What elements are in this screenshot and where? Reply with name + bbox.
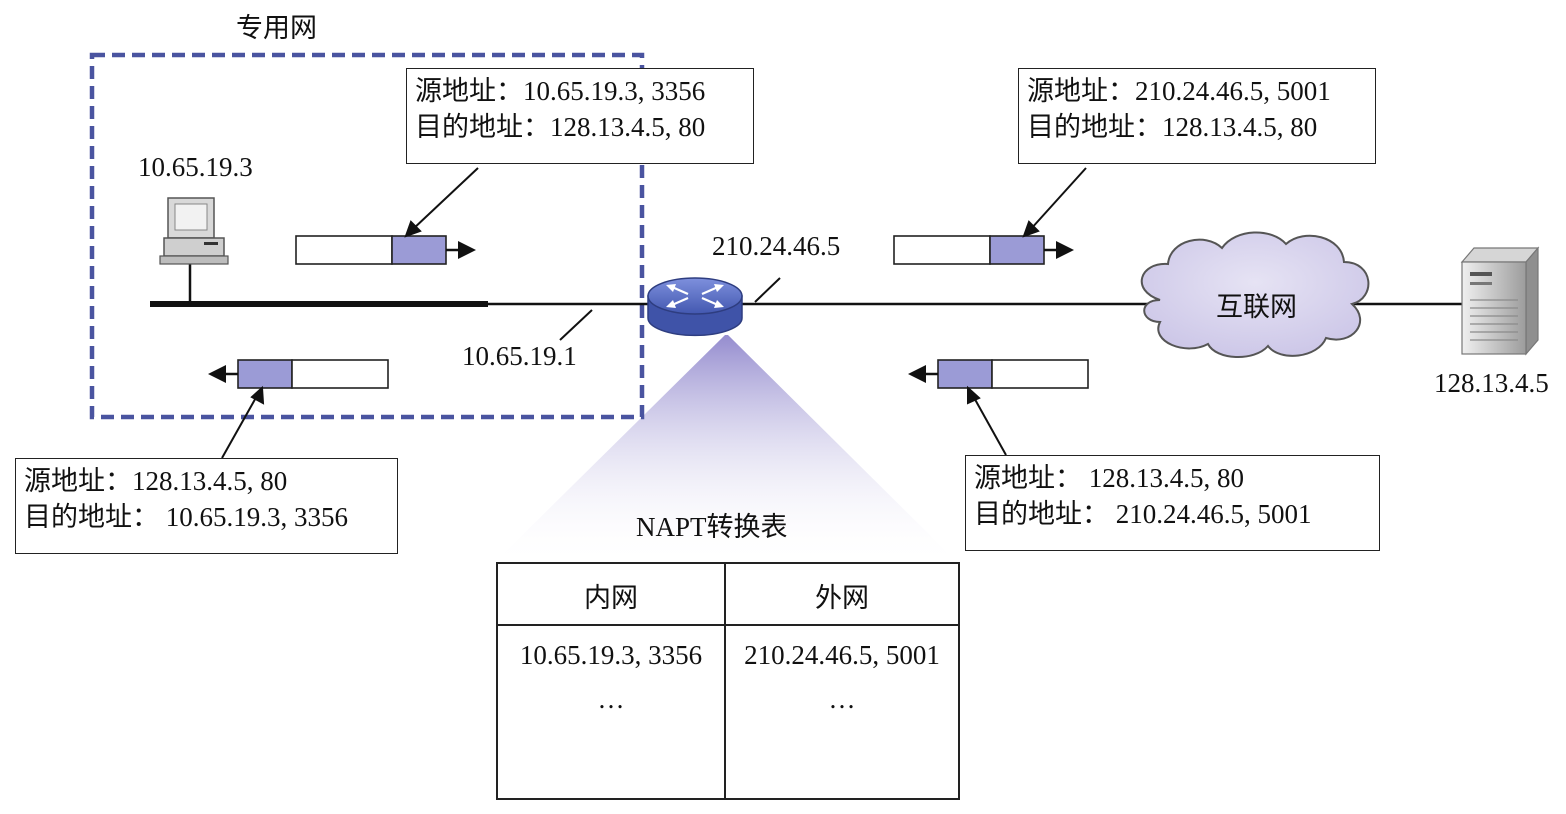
callout-dst: 目的地址： 210.24.46.5, 5001	[974, 499, 1312, 529]
internet-label: 互联网	[1216, 292, 1297, 322]
table-cell-outer-0: 210.24.46.5, 5001	[744, 640, 940, 670]
outer-ip-leader	[754, 277, 781, 303]
callout-public-in: 源地址： 128.13.4.5, 80 目的地址： 210.24.46.5, 5…	[965, 455, 1380, 551]
table-cell-inner-1: …	[597, 684, 625, 714]
callout-public-out: 源地址：210.24.46.5, 5001 目的地址：128.13.4.5, 8…	[1018, 68, 1376, 164]
table-header-outer: 外网	[815, 583, 869, 613]
callout-dst: 目的地址： 10.65.19.3, 3356	[24, 502, 348, 532]
arrow-right-icon	[458, 241, 476, 259]
packet-private-in	[208, 359, 389, 389]
server-ip-label: 128.13.4.5	[1434, 368, 1549, 398]
router-outer-ip-label: 210.24.46.5	[712, 231, 840, 261]
callout-src: 源地址：10.65.19.3, 3356	[415, 76, 706, 106]
callout-dst: 目的地址：128.13.4.5, 80	[1027, 112, 1318, 142]
callout-dst: 目的地址：128.13.4.5, 80	[415, 112, 706, 142]
arrow-left-icon	[208, 365, 226, 383]
napt-table-title: NAPT转换表	[636, 512, 788, 542]
router-icon	[647, 277, 743, 337]
callout-private-in: 源地址：128.13.4.5, 80 目的地址： 10.65.19.3, 335…	[15, 458, 398, 554]
arrow-left-icon	[908, 365, 926, 383]
packet-private-out	[295, 235, 476, 265]
callout-src: 源地址： 128.13.4.5, 80	[974, 463, 1244, 493]
packet-public-in	[908, 359, 1089, 389]
private-network-title: 专用网	[236, 13, 317, 43]
client-ip-label: 10.65.19.3	[138, 152, 253, 182]
pc-icon	[159, 197, 229, 265]
server-icon	[1460, 246, 1540, 356]
table-cell-outer-1: …	[828, 684, 856, 714]
packet-public-out	[893, 235, 1074, 265]
callout-src: 源地址：210.24.46.5, 5001	[1027, 76, 1331, 106]
router-inner-ip-label: 10.65.19.1	[462, 341, 577, 371]
table-cell-inner-0: 10.65.19.3, 3356	[519, 640, 703, 670]
arrow-right-icon	[1056, 241, 1074, 259]
inner-ip-leader	[559, 309, 593, 341]
callout-private-out: 源地址：10.65.19.3, 3356 目的地址：128.13.4.5, 80	[406, 68, 754, 164]
table-header-inner: 内网	[584, 583, 638, 613]
callout-src: 源地址：128.13.4.5, 80	[24, 466, 288, 496]
